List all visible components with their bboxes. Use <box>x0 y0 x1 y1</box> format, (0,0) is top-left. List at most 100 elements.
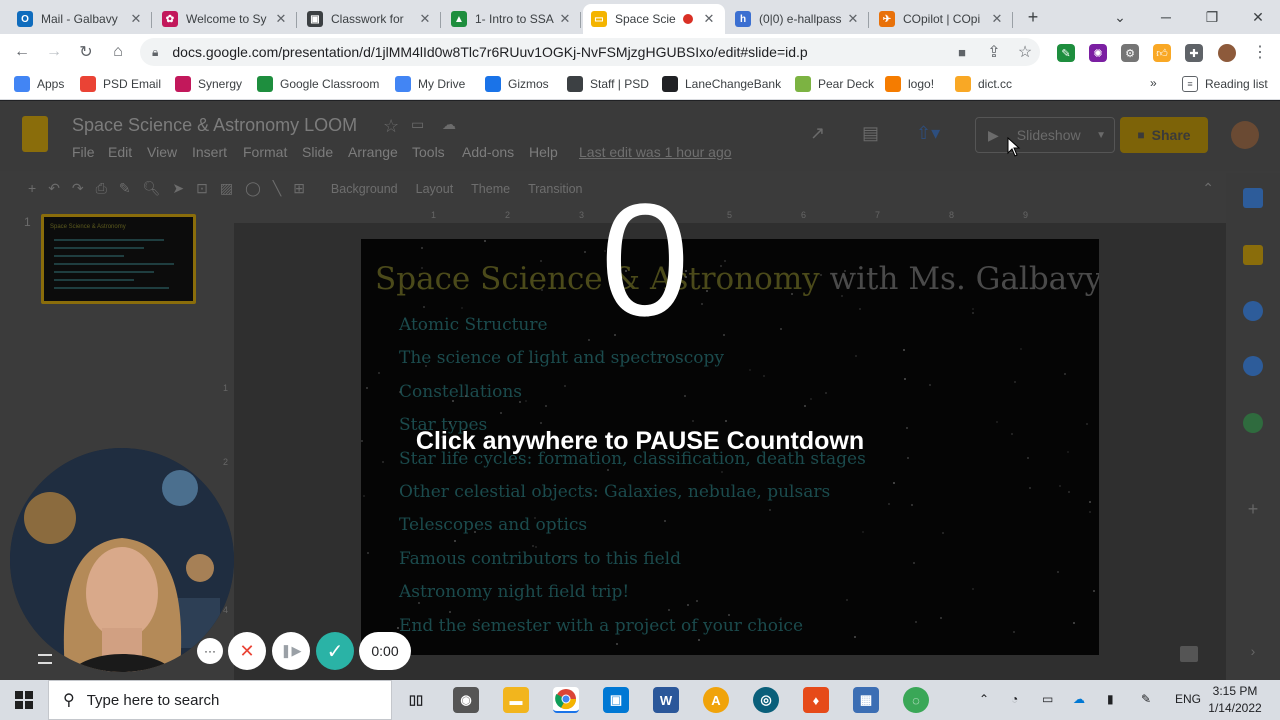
tab-close-icon[interactable]: ✕ <box>557 11 573 27</box>
reload-icon[interactable]: ↻ <box>74 40 98 64</box>
activity-trend-icon[interactable]: ↗ <box>810 123 825 144</box>
bookmark-item[interactable]: Staff | PSD <box>567 76 649 92</box>
present-options-icon[interactable]: ⇧▾ <box>916 123 940 144</box>
comments-icon[interactable]: ▤ <box>862 123 879 144</box>
wifi-icon[interactable]: ◔ <box>1011 692 1018 706</box>
calculator-icon[interactable]: ▦ <box>853 687 879 713</box>
restore-icon[interactable]: ❐ <box>1189 0 1235 34</box>
back-icon[interactable]: ← <box>10 40 34 64</box>
file-explorer-icon[interactable]: ▬ <box>503 687 529 713</box>
browser-tab[interactable]: h (0|0) e-hallpass ✕ <box>727 4 869 34</box>
share-button[interactable]: ■ Share <box>1120 117 1208 153</box>
move-folder-icon[interactable]: ▭ <box>411 116 424 133</box>
menu-add-ons[interactable]: Add-ons <box>462 144 514 160</box>
tab-close-icon[interactable]: ✕ <box>128 11 144 27</box>
browser-tab[interactable]: ✈ COpilot | COpi ✕ <box>871 4 1013 34</box>
tasks-icon[interactable] <box>1243 301 1263 321</box>
tab-close-icon[interactable]: ✕ <box>989 11 1005 27</box>
loom-pause-message[interactable]: Click anywhere to PAUSE Countdown <box>380 427 900 456</box>
share-page-icon[interactable]: ⇪ <box>982 40 1006 64</box>
bookmark-item[interactable]: Synergy <box>175 76 242 92</box>
reading-list-button[interactable]: ≡ Reading list <box>1182 76 1268 92</box>
taskbar-clock[interactable]: 3:15 PM 1/14/2022 <box>1206 683 1264 717</box>
language-indicator[interactable]: ENG <box>1175 692 1201 706</box>
tab-search-icon[interactable]: ⌄ <box>1097 0 1143 34</box>
menu-arrange[interactable]: Arrange <box>348 144 398 160</box>
extensions-puzzle-icon[interactable]: ✚ <box>1185 44 1203 62</box>
bookmark-item[interactable]: Pear Deck <box>795 76 874 92</box>
profile-avatar[interactable] <box>1218 44 1236 62</box>
undo-icon[interactable]: ↶ <box>48 180 60 197</box>
home-icon[interactable]: ⌂ <box>106 40 130 64</box>
expand-panel-icon[interactable]: › <box>1243 643 1263 663</box>
battery-icon[interactable]: ▭ <box>1042 692 1053 706</box>
camera-icon[interactable]: ■ <box>950 40 974 64</box>
taskbar-search-input[interactable]: ⚲ Type here to search <box>48 680 392 720</box>
bookmark-item[interactable]: PSD Email <box>80 76 161 92</box>
chrome-menu-icon[interactable]: ⋮ <box>1248 40 1272 64</box>
toolbar-theme-button[interactable]: Theme <box>471 182 510 196</box>
new-slide-icon[interactable]: + <box>28 180 36 196</box>
task-view-icon[interactable]: ▯▯ <box>403 687 429 713</box>
app-a-icon[interactable]: A <box>703 687 729 713</box>
paint-format-icon[interactable]: ✎ <box>119 180 131 197</box>
zoom-icon[interactable]: 🔍︎ <box>143 180 161 197</box>
bookmarks-overflow-icon[interactable]: » <box>1150 76 1157 90</box>
app-circle-icon[interactable]: ◌ <box>903 687 929 713</box>
slideshow-button[interactable]: ▶ Slideshow ▼ <box>975 117 1115 153</box>
onedrive-icon[interactable]: ☁ <box>1073 692 1085 706</box>
chrome-taskbar-icon[interactable] <box>553 687 579 713</box>
loom-camera-bubble[interactable] <box>10 448 234 672</box>
chevron-down-icon[interactable]: ▼ <box>1096 130 1106 141</box>
loom-cancel-button[interactable]: ✕ <box>228 632 266 670</box>
menu-insert[interactable]: Insert <box>192 144 227 160</box>
store-icon[interactable]: ▣ <box>603 687 629 713</box>
minimize-icon[interactable]: ─ <box>1143 0 1189 34</box>
menu-tools[interactable]: Tools <box>412 144 445 160</box>
microphone-icon[interactable]: ▮ <box>1107 692 1114 706</box>
bookmark-item[interactable]: Apps <box>14 76 64 92</box>
last-edit-link[interactable]: Last edit was 1 hour ago <box>579 144 732 160</box>
tab-close-icon[interactable]: ✕ <box>845 11 861 27</box>
keep-icon[interactable] <box>1243 245 1263 265</box>
menu-slide[interactable]: Slide <box>302 144 333 160</box>
menu-format[interactable]: Format <box>243 144 287 160</box>
menu-edit[interactable]: Edit <box>108 144 132 160</box>
bookmark-item[interactable]: Gizmos <box>485 76 549 92</box>
menu-help[interactable]: Help <box>529 144 558 160</box>
start-button[interactable] <box>0 680 48 720</box>
line-icon[interactable]: ╲ <box>273 180 281 197</box>
app-eye-icon[interactable]: ◎ <box>753 687 779 713</box>
bookmark-item[interactable]: dict.cc <box>955 76 1012 92</box>
tab-close-icon[interactable]: ✕ <box>273 11 289 27</box>
contacts-icon[interactable] <box>1243 356 1263 376</box>
extension-gear-icon[interactable]: ⚙ <box>1121 44 1139 62</box>
text-box-icon[interactable]: ⊡ <box>196 180 208 197</box>
print-icon[interactable]: ⎙ <box>96 180 107 197</box>
bookmark-item[interactable]: Google Classroom <box>257 76 379 92</box>
loom-countdown-number[interactable]: 0 <box>560 180 730 340</box>
new-tab-button[interactable]: + <box>1022 6 1044 28</box>
app-pin-icon[interactable]: ♦ <box>803 687 829 713</box>
toolbar-layout-button[interactable]: Layout <box>416 182 454 196</box>
menu-file[interactable]: File <box>72 144 95 160</box>
bookmark-item[interactable]: logo! <box>885 76 934 92</box>
extension-pinwheel-icon[interactable]: ✺ <box>1089 44 1107 62</box>
word-icon[interactable]: W <box>653 687 679 713</box>
tray-chevron-icon[interactable]: ⌃ <box>979 692 989 706</box>
shape-icon[interactable]: ◯ <box>245 180 261 197</box>
doc-title[interactable]: Space Science & Astronomy LOOM <box>72 115 357 136</box>
forward-icon[interactable]: → <box>42 40 66 64</box>
address-bar[interactable]: 🔒︎ docs.google.com/presentation/d/1jlMM4… <box>140 38 1040 66</box>
camera-app-icon[interactable]: ◉ <box>453 687 479 713</box>
loom-pause-button[interactable]: ❚▶ <box>272 632 310 670</box>
bookmark-item[interactable]: My Drive <box>395 76 465 92</box>
add-comment-icon[interactable]: ⊞ <box>293 180 305 197</box>
image-icon[interactable]: ▨ <box>220 180 233 197</box>
user-avatar[interactable] <box>1231 121 1259 149</box>
menu-view[interactable]: View <box>147 144 177 160</box>
close-window-icon[interactable]: ✕ <box>1235 0 1280 34</box>
calendar-icon[interactable] <box>1243 188 1263 208</box>
loom-finish-button[interactable]: ✓ <box>316 632 354 670</box>
browser-tab[interactable]: ▭ Space Scie ✕ <box>583 4 725 34</box>
